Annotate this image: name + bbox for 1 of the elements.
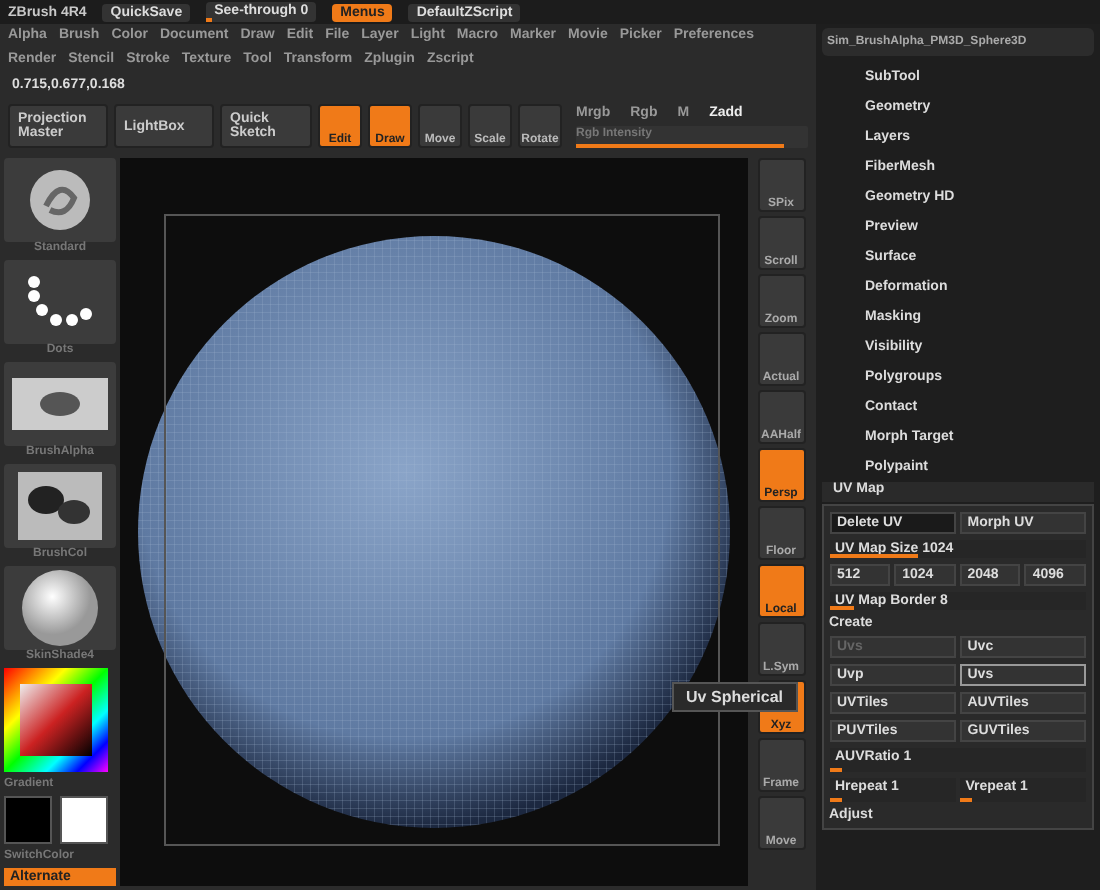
tooltip: Uv Spherical (672, 682, 797, 712)
